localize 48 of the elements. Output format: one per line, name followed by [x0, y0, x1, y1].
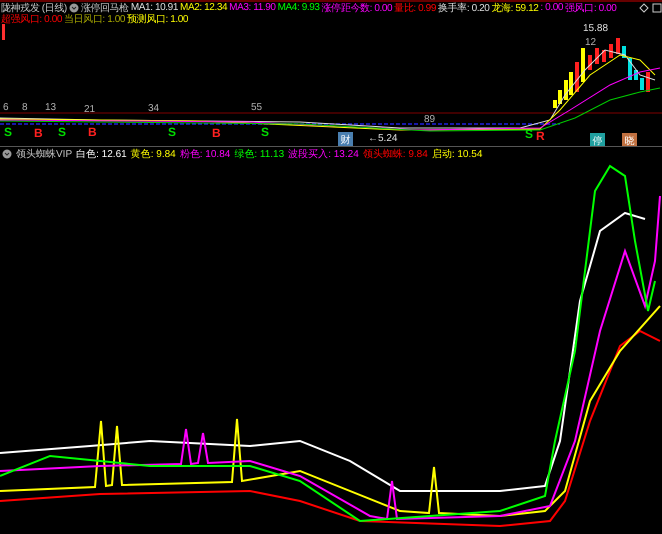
chart-marker: 12	[585, 37, 596, 48]
indicator-value: 白色: 12.61	[76, 148, 127, 161]
indicator-value: 波段买入: 13.24	[288, 148, 359, 161]
volume-bar	[2, 24, 5, 40]
indicator-value: : 0.00	[540, 2, 564, 13]
chart-marker: 6	[3, 102, 9, 113]
chart-marker: S	[4, 125, 12, 139]
chart-marker: S	[58, 125, 66, 139]
indicator-value: 绿色: 11.13	[234, 148, 284, 161]
diamond-icon[interactable]	[639, 2, 649, 12]
indicator-value: 黄色: 9.84	[130, 148, 176, 161]
chart-marker: B	[212, 126, 221, 140]
chart-marker: 34	[148, 103, 160, 114]
indicator-value: MA2: 12.34	[180, 2, 228, 13]
indicator-value: MA1: 10.91	[130, 2, 178, 13]
tag-badge: 晓	[622, 133, 637, 146]
indicator-value: 涨停距今数: 0.00	[322, 2, 392, 14]
indicator-value: 预测风口: 1.00	[127, 12, 188, 26]
indicator-name: 领头蜘蛛VIP	[16, 148, 72, 161]
tag-badge: 停	[590, 133, 605, 146]
chart-marker: 55	[251, 102, 262, 113]
indicator-value: 强风口: 0.00	[565, 2, 616, 14]
square-icon[interactable]	[652, 2, 662, 12]
tag-badge: 财	[338, 132, 353, 146]
indicator-value: 领头蜘蛛: 9.84	[362, 148, 428, 161]
indicator-value: 粉色: 10.84	[180, 148, 230, 161]
chart-marker: 21	[84, 104, 96, 115]
chart-marker: 15.88	[583, 24, 608, 34]
indicator-value: 量比: 0.99	[394, 2, 436, 14]
chart-marker: 13	[45, 102, 56, 113]
chart-marker: S	[525, 127, 534, 141]
indicator-value: 当日风口: 1.00	[64, 14, 126, 26]
indicator-value: 龙海: 59.12	[491, 2, 538, 14]
chart-marker: B	[34, 126, 43, 140]
chart-marker: 89	[424, 114, 436, 125]
indicator-name: 涨停回马枪	[80, 2, 129, 14]
chart-marker: S	[168, 125, 176, 139]
chart-marker: S	[261, 125, 270, 139]
indicator-value: 换手率: 0.20	[438, 2, 490, 14]
stock-name: 陇神戎发 (日线)	[1, 2, 67, 14]
indicator-value: MA4: 9.93	[278, 2, 320, 13]
chart-marker: B	[88, 125, 97, 139]
indicator-value: MA3: 11.90	[229, 2, 276, 13]
indicator-value: 启动: 10.54	[432, 148, 482, 161]
indicator-value: 超强风口: 0.00	[1, 12, 62, 26]
chart-marker: 8	[22, 102, 28, 113]
chart-marker: R	[536, 129, 545, 143]
chart-marker: ←5.24	[368, 133, 398, 144]
